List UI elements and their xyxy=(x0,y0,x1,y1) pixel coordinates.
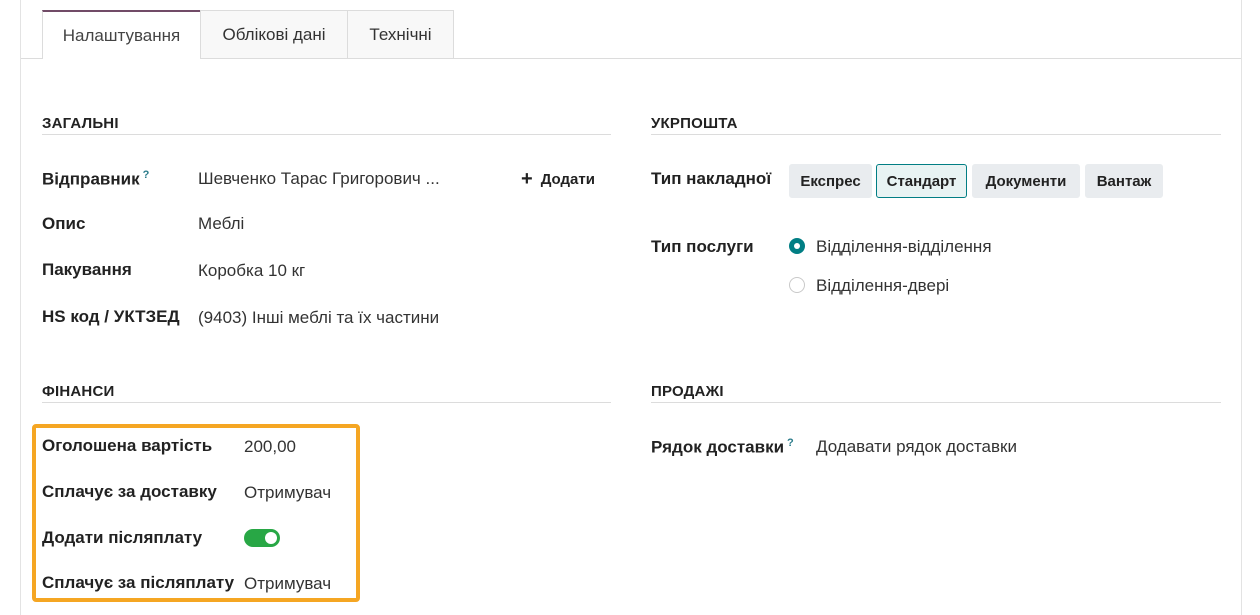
cod-payer-label: Сплачує за післяплату xyxy=(42,573,235,592)
ukrposhta-section-title: УКРПОШТА xyxy=(651,115,738,132)
delivery-payer-label: Сплачує за доставку xyxy=(42,482,217,501)
description-field[interactable]: Меблі xyxy=(198,214,244,234)
tab-credentials[interactable]: Облікові дані xyxy=(200,10,348,58)
form-sheet: Налаштування Облікові дані Технічні ЗАГА… xyxy=(20,0,1242,615)
tab-settings[interactable]: Налаштування xyxy=(42,10,201,59)
waybill-option-cargo[interactable]: Вантаж xyxy=(1085,164,1163,198)
finance-section-title: ФІНАНСИ xyxy=(42,383,115,400)
cod-label: Додати післяплату xyxy=(42,528,203,547)
sales-section-title: ПРОДАЖІ xyxy=(651,383,724,400)
service-option-office-office[interactable]: Відділення-відділення xyxy=(816,237,992,257)
packaging-field[interactable]: Коробка 10 кг xyxy=(198,261,305,281)
sender-label: Відправник? xyxy=(42,169,150,189)
delivery-line-help-icon[interactable]: ? xyxy=(787,437,794,449)
service-radio-office-door[interactable] xyxy=(789,277,805,293)
tab-technical[interactable]: Технічні xyxy=(347,10,454,58)
service-option-office-door[interactable]: Відділення-двері xyxy=(816,276,949,296)
sender-help-icon[interactable]: ? xyxy=(143,169,150,181)
delivery-line-field[interactable]: Додавати рядок доставки xyxy=(816,437,1017,457)
general-divider xyxy=(42,134,611,135)
general-section-title: ЗАГАЛЬНІ xyxy=(42,115,119,132)
finance-divider xyxy=(42,402,611,403)
add-button-label: Додати xyxy=(540,170,595,188)
plus-icon: + xyxy=(521,168,533,190)
sender-field[interactable]: Шевченко Тарас Григорович ... xyxy=(198,169,440,189)
hs-code-field[interactable]: (9403) Інші меблі та їх частини xyxy=(198,308,439,328)
delivery-payer-field[interactable]: Отримувач xyxy=(244,483,331,503)
packaging-label: Пакування xyxy=(42,260,132,279)
cod-payer-field[interactable]: Отримувач xyxy=(244,574,331,594)
declared-value-label: Оголошена вартість xyxy=(42,436,213,455)
delivery-line-label: Рядок доставки? xyxy=(651,437,794,457)
service-radio-office-office[interactable] xyxy=(789,238,805,254)
waybill-type-label: Тип накладної xyxy=(651,169,772,188)
waybill-option-standard[interactable]: Стандарт xyxy=(876,164,967,198)
cod-toggle[interactable] xyxy=(244,529,280,547)
declared-value-field[interactable]: 200,00 xyxy=(244,437,296,457)
service-type-label: Тип послуги xyxy=(651,237,754,256)
hs-code-label: HS код / УКТЗЕД xyxy=(42,307,180,326)
sales-divider xyxy=(651,402,1221,403)
notebook-tabs: Налаштування Облікові дані Технічні xyxy=(21,10,1241,59)
waybill-option-express[interactable]: Експрес xyxy=(789,164,872,198)
waybill-option-documents[interactable]: Документи xyxy=(972,164,1080,198)
description-label: Опис xyxy=(42,214,86,233)
ukrposhta-divider xyxy=(651,134,1221,135)
add-sender-button[interactable]: + Додати xyxy=(521,169,595,189)
